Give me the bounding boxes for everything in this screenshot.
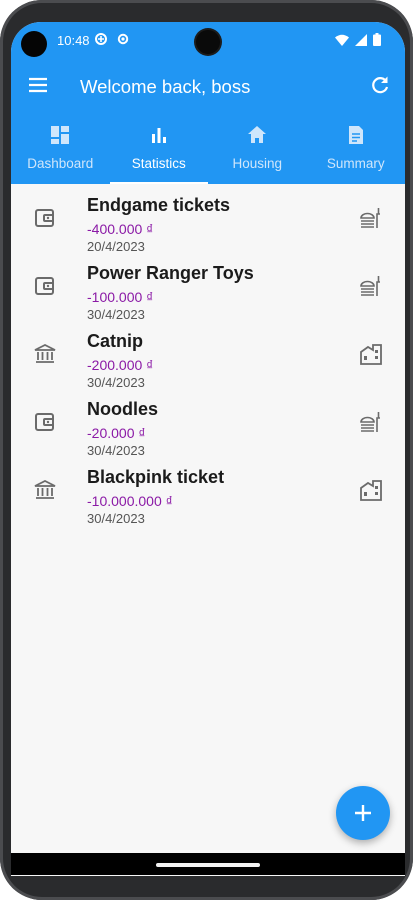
transaction-list: Endgame tickets -400.000 ₫ 20/4/2023 Pow… — [11, 184, 405, 526]
plus-icon — [355, 805, 371, 821]
app-bar: Welcome back, boss — [11, 60, 405, 112]
transaction-name: Endgame tickets — [87, 195, 231, 215]
tab-housing[interactable]: Housing — [208, 112, 307, 184]
food-icon — [360, 276, 380, 296]
home-icon — [248, 126, 267, 143]
refresh-icon[interactable] — [369, 74, 391, 96]
status-time: 10:48 — [57, 33, 90, 48]
tab-bar: Dashboard Statistics Housing Summary — [11, 112, 405, 184]
wifi-icon — [335, 34, 349, 46]
transaction-date: 30/4/2023 — [87, 511, 145, 526]
list-item[interactable]: Noodles -20.000 ₫ 30/4/2023 — [11, 388, 405, 458]
wallet-icon — [35, 413, 54, 431]
transaction-amount: -10.000.000 ₫ — [87, 493, 173, 509]
front-camera-dot — [21, 31, 47, 57]
add-transaction-button[interactable] — [336, 786, 390, 840]
tab-dashboard[interactable]: Dashboard — [11, 112, 110, 184]
bank-icon — [34, 343, 56, 363]
punch-hole-camera — [196, 30, 220, 54]
settings-status-icon — [117, 33, 129, 45]
app-screen: 10:48 Welcome back, boss Dashboard Stati… — [11, 22, 405, 876]
system-navigation-bar — [11, 853, 405, 875]
signal-icon — [355, 33, 367, 46]
transaction-name: Power Ranger Toys — [87, 263, 254, 283]
wallet-icon — [35, 209, 54, 227]
status-right-icons — [335, 33, 381, 46]
status-left-icons — [94, 32, 130, 46]
tab-statistics-label: Statistics — [131, 156, 186, 171]
transaction-amount: -100.000 ₫ — [87, 289, 154, 305]
data-saver-icon — [95, 33, 107, 45]
tab-housing-label: Housing — [232, 156, 283, 171]
transaction-amount: -200.000 ₫ — [87, 357, 154, 373]
transaction-amount: -400.000 ₫ — [87, 221, 154, 237]
transaction-name: Blackpink ticket — [87, 467, 225, 487]
home-gesture-handle[interactable] — [156, 863, 260, 867]
tab-summary[interactable]: Summary — [307, 112, 406, 184]
list-item[interactable]: Blackpink ticket -10.000.000 ₫ 30/4/2023 — [11, 456, 405, 526]
tab-summary-label: Summary — [326, 156, 385, 171]
transaction-amount: -20.000 ₫ — [87, 425, 146, 441]
food-icon — [360, 208, 380, 228]
battery-icon — [373, 33, 381, 46]
apartment-icon — [360, 344, 382, 365]
menu-icon[interactable] — [27, 74, 49, 96]
app-title: Welcome back, boss — [80, 76, 251, 97]
apartment-icon — [360, 480, 382, 501]
list-item[interactable]: Catnip -200.000 ₫ 30/4/2023 — [11, 320, 405, 390]
transaction-name: Catnip — [87, 331, 143, 351]
list-item[interactable]: Endgame tickets -400.000 ₫ 20/4/2023 — [11, 184, 405, 254]
bar-chart-icon — [151, 128, 166, 143]
list-item[interactable]: Power Ranger Toys -100.000 ₫ 30/4/2023 — [11, 252, 405, 322]
bank-icon — [34, 479, 56, 499]
dashboard-icon — [51, 126, 70, 144]
document-icon — [348, 126, 363, 144]
food-icon — [360, 412, 380, 432]
tab-dashboard-label: Dashboard — [27, 156, 94, 171]
tab-statistics[interactable]: Statistics — [109, 112, 209, 184]
wallet-icon — [35, 277, 54, 295]
status-bar: 10:48 — [11, 22, 405, 60]
transaction-name: Noodles — [87, 399, 159, 419]
